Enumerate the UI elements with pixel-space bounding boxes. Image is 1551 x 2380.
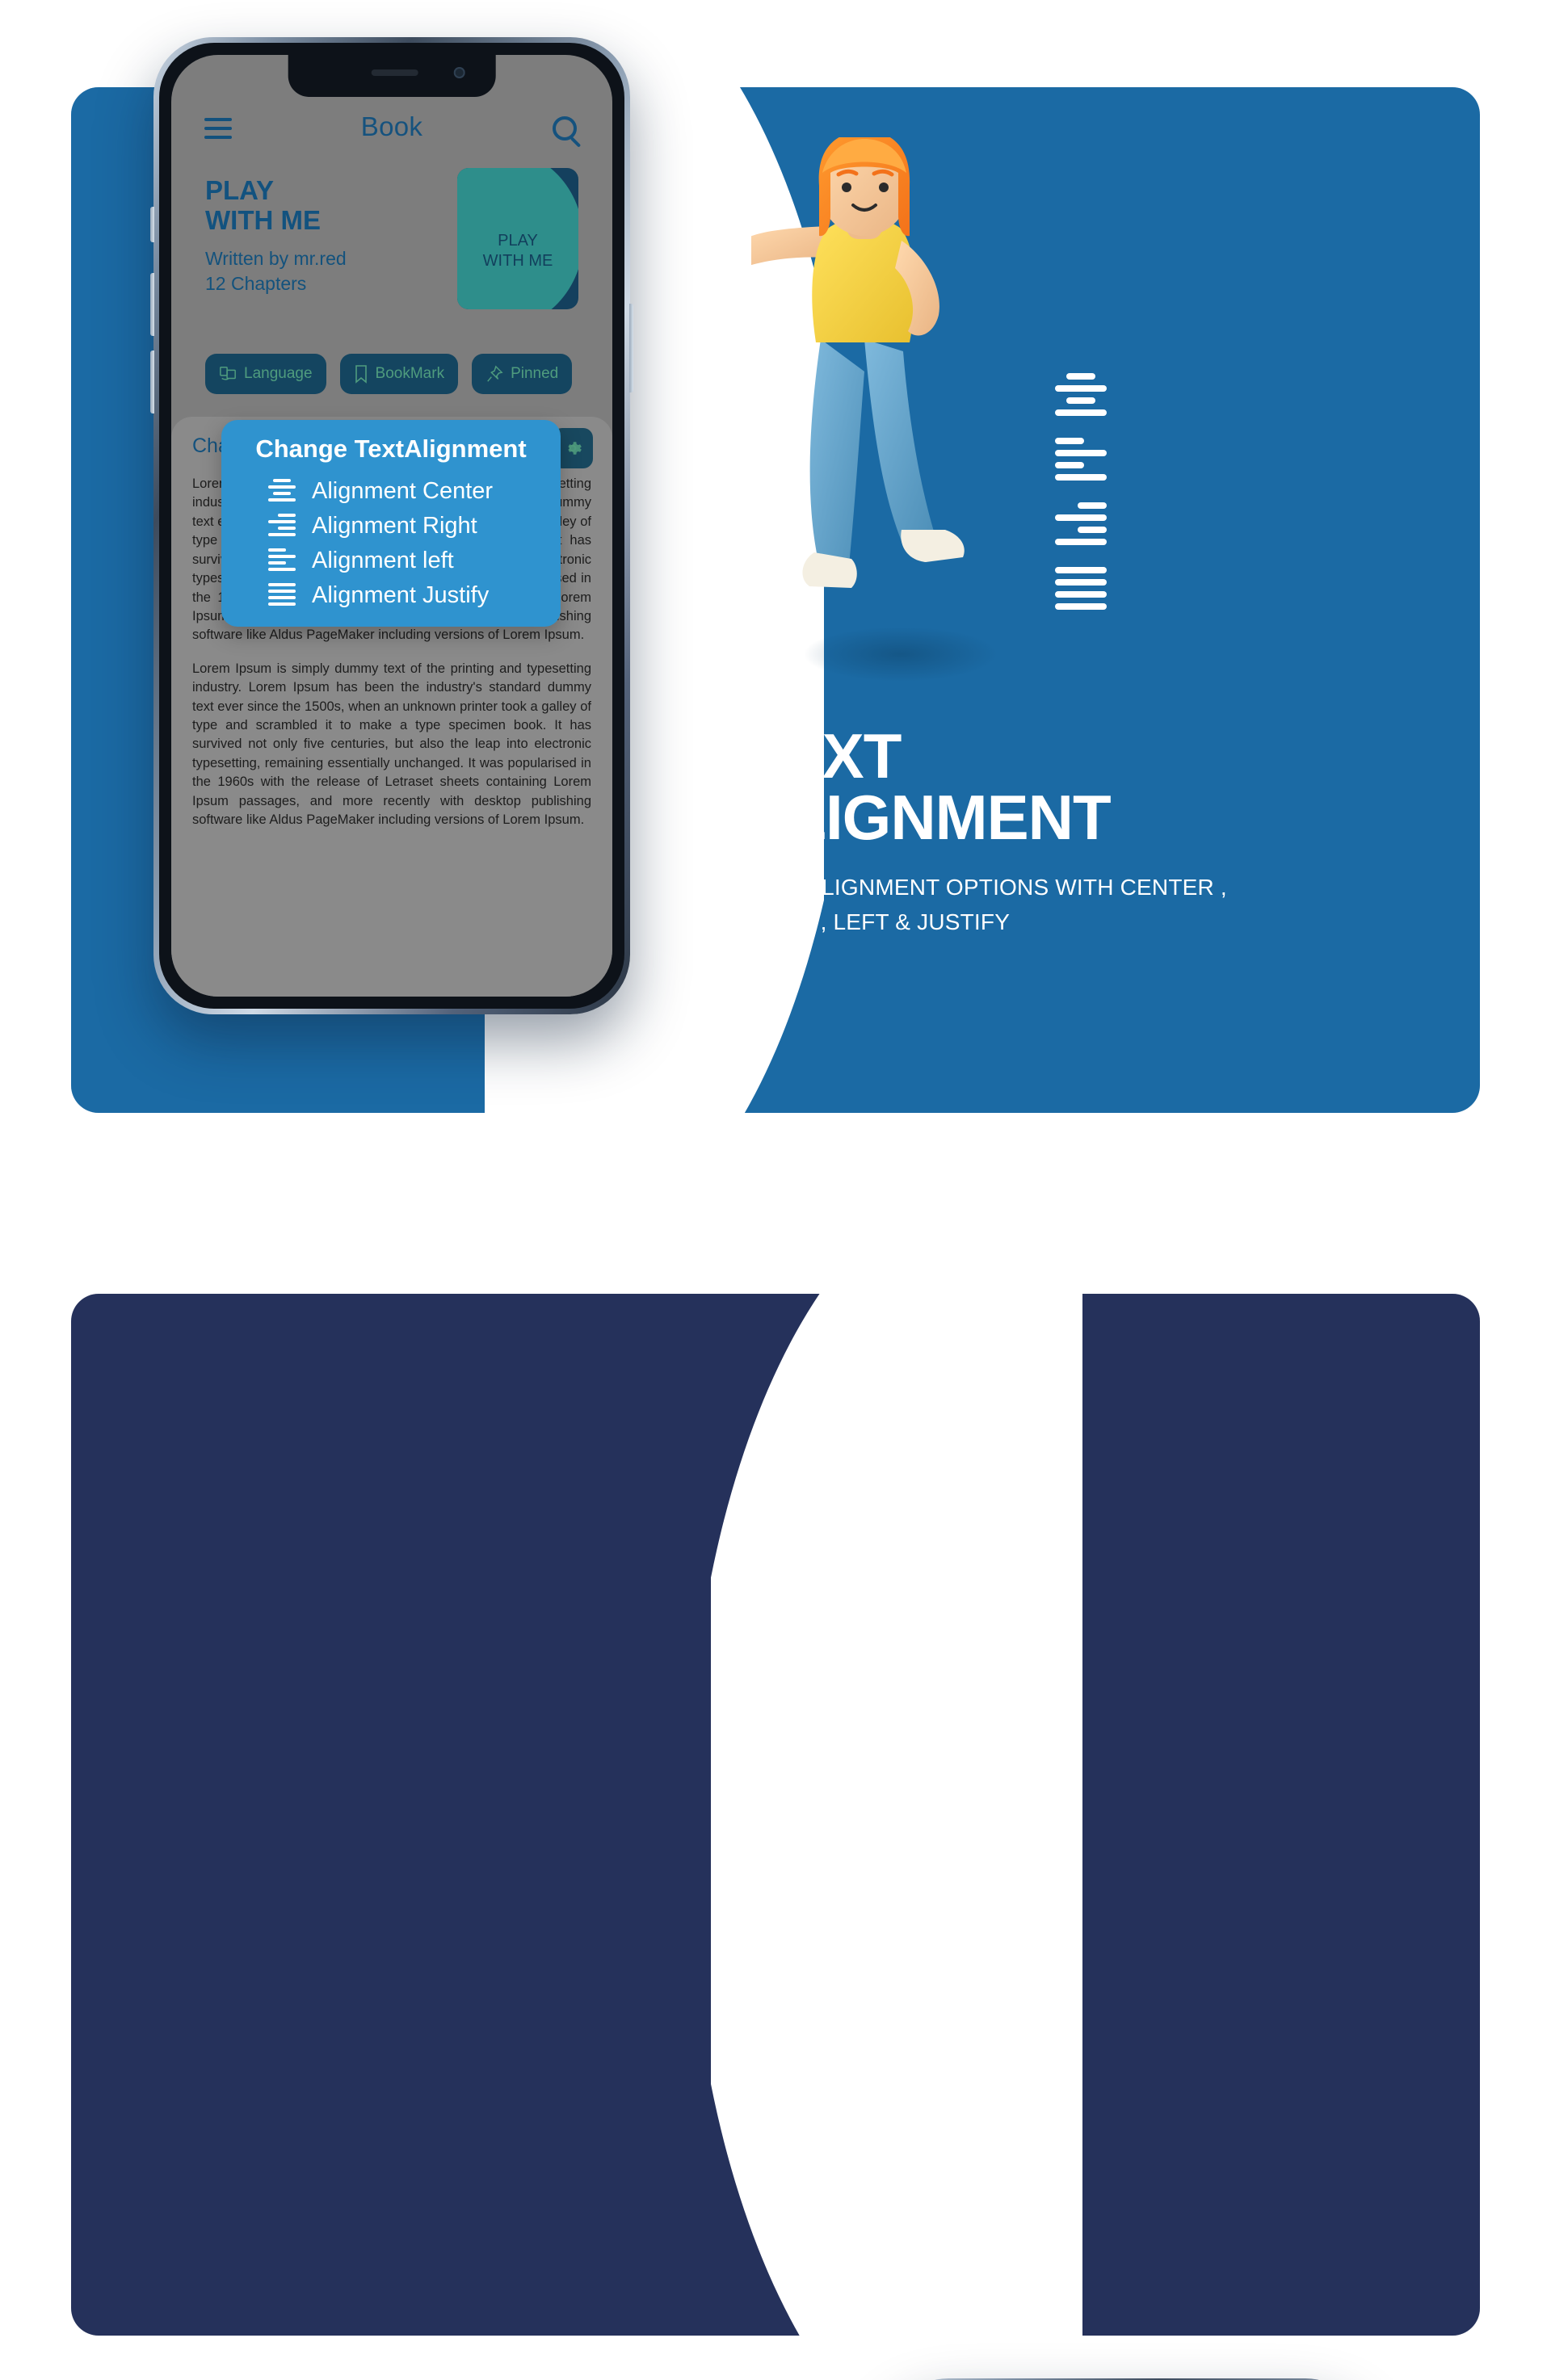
- option-alignment-center[interactable]: Alignment Center: [268, 478, 561, 505]
- section1-hero-title-line1: TEXT: [743, 720, 902, 791]
- align-left-icon: [268, 548, 296, 574]
- phone1-bezel: Book PLAY WITH ME Written by mr.red 12 C…: [159, 43, 624, 1009]
- align-left-icon: [1055, 438, 1107, 481]
- front-camera-icon: [453, 67, 465, 78]
- align-center-icon: [1055, 373, 1107, 416]
- phone1-book-title-line1: PLAY: [205, 175, 274, 205]
- chip-pinned[interactable]: Pinned: [472, 354, 573, 394]
- phone1-volume-down-button[interactable]: [150, 350, 154, 413]
- chip-bookmark-label: BookMark: [375, 365, 445, 382]
- align-justify-icon: [1055, 567, 1107, 610]
- section1-hero-subtitle-line2: RIGHT , LEFT & JUSTIFY: [743, 909, 1011, 935]
- section1-hero-title-line2: ALIGNMENT: [743, 782, 1112, 854]
- phone1-book-cover[interactable]: PLAY WITH ME: [457, 168, 578, 309]
- option-alignment-right-label: Alignment Right: [312, 513, 477, 539]
- align-justify-icon: [268, 582, 296, 609]
- option-alignment-justify[interactable]: Alignment Justify: [268, 582, 561, 609]
- phone1-volume-up-button[interactable]: [150, 273, 154, 336]
- dialog-title: Change TextAlignment: [255, 434, 527, 463]
- speaker-grill-icon: [371, 69, 418, 76]
- poster-page: TEXT ALIGNMENT TEXT ALIGNMENT OPTIONS WI…: [0, 0, 1551, 2380]
- chip-pinned-label: Pinned: [511, 365, 559, 382]
- phone1-power-button[interactable]: [629, 304, 633, 392]
- phone1-notch: [288, 55, 496, 97]
- character-leaning-illustration: [751, 137, 1026, 703]
- phone1-screen: Book PLAY WITH ME Written by mr.red 12 C…: [171, 55, 612, 997]
- change-text-alignment-dialog[interactable]: Change TextAlignment Alignment Center Al…: [221, 420, 561, 627]
- phone1-book-author: Written by mr.red: [205, 247, 347, 269]
- option-alignment-left-label: Alignment left: [312, 548, 454, 573]
- phone-mockup-1: Book PLAY WITH ME Written by mr.red 12 C…: [150, 37, 633, 1014]
- section1-hero-text: TEXT ALIGNMENT TEXT ALIGNMENT OPTIONS WI…: [743, 720, 1389, 940]
- phone1-cover-line1: PLAY: [498, 231, 538, 250]
- bookmark-icon: [355, 365, 367, 384]
- align-right-icon: [268, 513, 296, 539]
- pin-icon: [487, 365, 503, 382]
- phone1-book-card[interactable]: PLAY WITH ME Written by mr.red 12 Chapte…: [171, 168, 612, 338]
- phone1-book-chapters: 12 Chapters: [205, 272, 307, 294]
- align-center-icon: [268, 478, 296, 505]
- section2-wave-edge: [711, 1294, 1082, 2336]
- phone1-paragraph-2: Lorem Ipsum is simply dummy text of the …: [192, 661, 591, 828]
- phone1-app-title: Book: [360, 111, 423, 141]
- align-right-icon: [1055, 502, 1107, 545]
- alignment-icons-column: [1055, 373, 1107, 632]
- chip-bookmark[interactable]: BookMark: [339, 354, 459, 394]
- option-alignment-justify-label: Alignment Justify: [312, 582, 490, 608]
- phone1-mute-switch[interactable]: [150, 207, 154, 242]
- chip-language-label: Language: [244, 365, 313, 382]
- search-icon[interactable]: [553, 116, 578, 141]
- phone1-frame: Book PLAY WITH ME Written by mr.red 12 C…: [150, 37, 633, 1014]
- phone1-book-title-line2: WITH ME: [205, 204, 321, 235]
- phone1-app-bar: Book: [171, 100, 612, 157]
- chip-language[interactable]: Language: [205, 354, 326, 394]
- phone1-cover-line2: WITH ME: [482, 251, 553, 270]
- section-text-alignment: TEXT ALIGNMENT TEXT ALIGNMENT OPTIONS WI…: [0, 0, 1551, 1171]
- option-alignment-left[interactable]: Alignment left: [268, 548, 561, 574]
- section-line-latter-spacing: LINE & LATTER SPACING FOR BETTOR READING…: [0, 1171, 1551, 2380]
- option-alignment-right[interactable]: Alignment Right: [268, 513, 561, 539]
- phone1-chip-row: Language BookMark Pinned: [205, 354, 573, 394]
- section1-hero-subtitle-line1: TEXT ALIGNMENT OPTIONS WITH CENTER ,: [743, 874, 1227, 900]
- option-alignment-center-label: Alignment Center: [312, 478, 494, 504]
- translate-icon: [220, 367, 236, 380]
